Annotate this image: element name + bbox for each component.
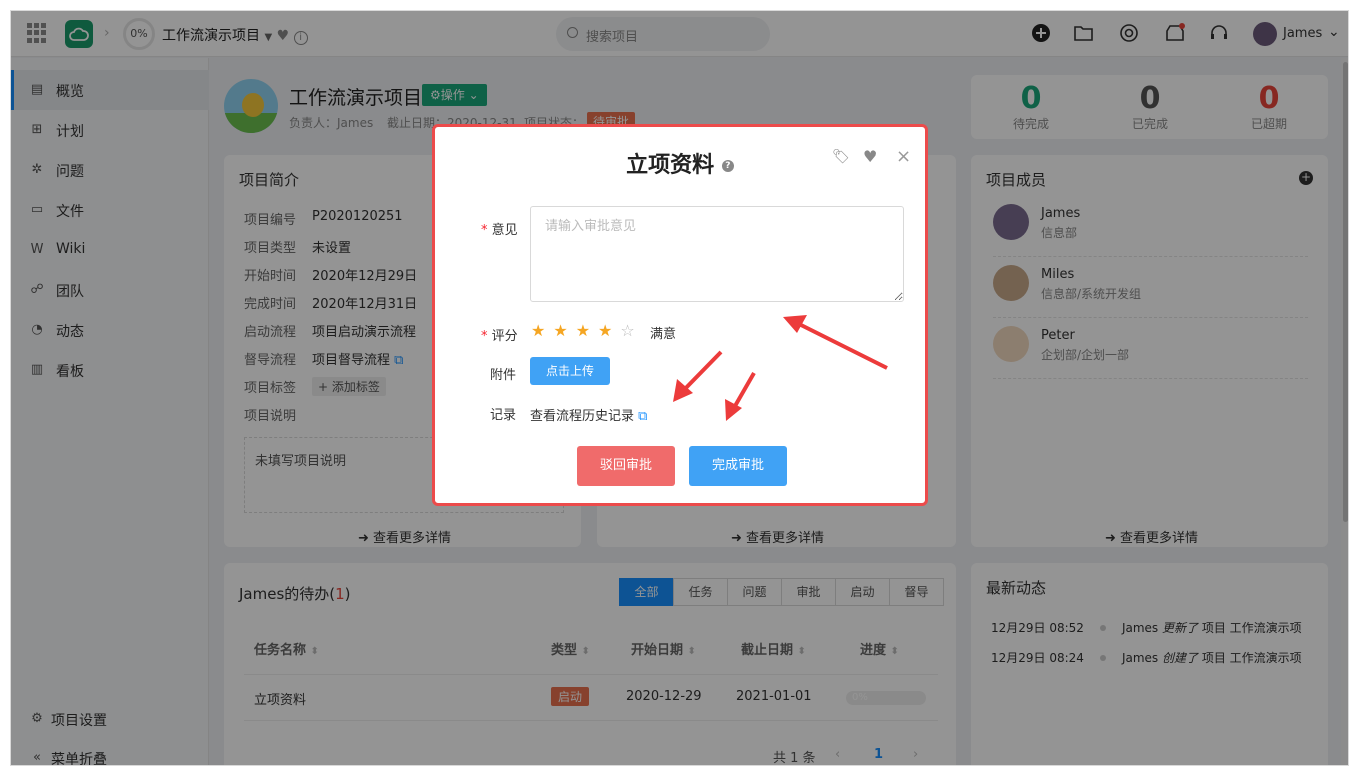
annotation-arrows bbox=[673, 315, 888, 421]
app-window: › 0% 工作流演示项目 ▼ ♥ i 搜索项目 James ⌄ ▤ 概览 ⊞ 计划 … bbox=[10, 10, 1349, 766]
